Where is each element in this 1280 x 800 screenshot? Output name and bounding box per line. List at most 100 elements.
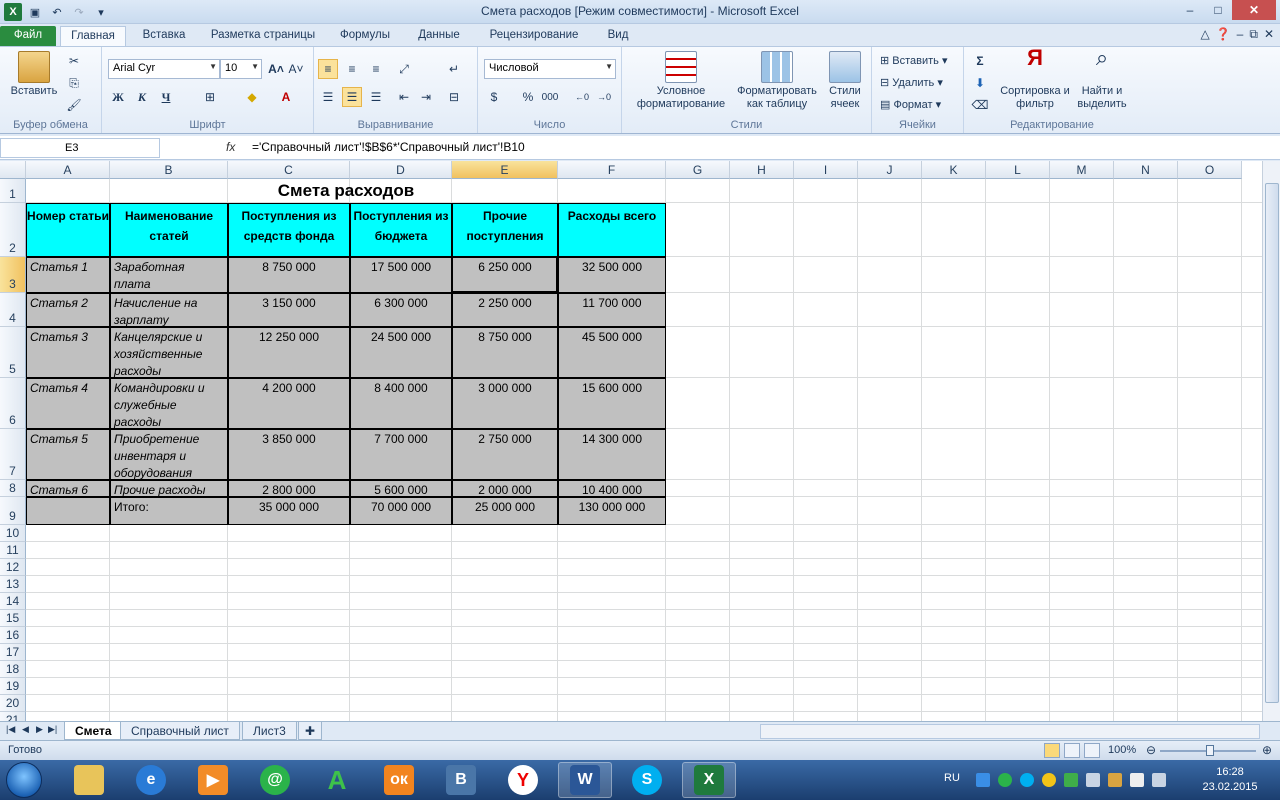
insert-cells-button[interactable]: ⊞ Вставить ▾ bbox=[880, 55, 948, 68]
find-select-button[interactable]: ⌕ Найти и выделить bbox=[1070, 47, 1134, 111]
total-row-cell[interactable]: 70 000 000 bbox=[350, 497, 452, 525]
fill-icon[interactable]: ⬇ bbox=[970, 73, 990, 93]
tab-review[interactable]: Рецензирование bbox=[478, 26, 590, 46]
column-header-g[interactable]: G bbox=[666, 161, 730, 179]
doc-restore-icon[interactable]: ⧉ bbox=[1249, 27, 1258, 42]
fill-color-icon[interactable]: ◆ bbox=[242, 87, 262, 107]
delete-cells-button[interactable]: ⊟ Удалить ▾ bbox=[880, 77, 943, 90]
align-right-icon[interactable]: ☰ bbox=[366, 87, 386, 107]
select-all-corner[interactable] bbox=[0, 161, 26, 179]
antivirus-icon[interactable] bbox=[1064, 773, 1078, 787]
minimize-button[interactable]: – bbox=[1176, 0, 1204, 20]
cell-styles-button[interactable]: Стили ячеек bbox=[822, 51, 868, 111]
row-header-14[interactable]: 14 bbox=[0, 593, 26, 610]
tab-formulas[interactable]: Формулы bbox=[330, 26, 400, 46]
app-a[interactable]: A bbox=[310, 762, 364, 798]
sheet-tab-sheet3[interactable]: Лист3 bbox=[242, 722, 297, 740]
table-cell[interactable]: 15 600 000 bbox=[558, 378, 666, 429]
name-box[interactable]: E3 bbox=[0, 138, 160, 158]
table-header-cell[interactable]: Номер статьи bbox=[26, 203, 110, 257]
tab-file[interactable]: Файл bbox=[0, 26, 56, 46]
table-cell[interactable]: Прочие расходы bbox=[110, 480, 228, 497]
format-painter-icon[interactable]: 🖌 bbox=[64, 95, 84, 115]
zoom-out-icon[interactable]: ⊖ bbox=[1146, 743, 1156, 757]
column-header-k[interactable]: K bbox=[922, 161, 986, 179]
font-color-icon[interactable]: A bbox=[276, 87, 296, 107]
explorer-app[interactable] bbox=[62, 762, 116, 798]
decrease-decimal-icon[interactable]: →0 bbox=[594, 87, 614, 107]
language-indicator[interactable]: RU bbox=[944, 772, 960, 784]
format-as-table-button[interactable]: Форматировать как таблицу bbox=[732, 51, 822, 111]
table-cell[interactable]: 6 250 000 bbox=[452, 257, 558, 293]
column-header-l[interactable]: L bbox=[986, 161, 1050, 179]
increase-decimal-icon[interactable]: ←0 bbox=[572, 87, 592, 107]
folder-tray-icon[interactable] bbox=[1108, 773, 1122, 787]
row-header-17[interactable]: 17 bbox=[0, 644, 26, 661]
horizontal-scrollbar[interactable] bbox=[760, 724, 1260, 739]
table-cell[interactable]: 2 800 000 bbox=[228, 480, 350, 497]
table-cell[interactable]: 32 500 000 bbox=[558, 257, 666, 293]
table-cell[interactable]: 2 250 000 bbox=[452, 293, 558, 327]
sheet-title[interactable]: Смета расходов bbox=[26, 179, 666, 203]
table-cell[interactable]: Статья 6 bbox=[26, 480, 110, 497]
cut-icon[interactable]: ✂ bbox=[64, 51, 84, 71]
orientation-icon[interactable]: ⤢ bbox=[394, 59, 414, 79]
table-cell[interactable]: Начисление на зарплату bbox=[110, 293, 228, 327]
mail-tray-icon[interactable] bbox=[1042, 773, 1056, 787]
increase-indent-icon[interactable]: ⇥ bbox=[416, 87, 436, 107]
table-cell[interactable]: 8 400 000 bbox=[350, 378, 452, 429]
table-cell[interactable]: 2 000 000 bbox=[452, 480, 558, 497]
column-header-c[interactable]: C bbox=[228, 161, 350, 179]
column-header-f[interactable]: F bbox=[558, 161, 666, 179]
conditional-formatting-button[interactable]: Условное форматирование bbox=[626, 51, 736, 111]
table-cell[interactable]: 17 500 000 bbox=[350, 257, 452, 293]
row-header-1[interactable]: 1 bbox=[0, 179, 26, 203]
table-cell[interactable]: Статья 4 bbox=[26, 378, 110, 429]
excel-app[interactable]: X bbox=[682, 762, 736, 798]
table-cell[interactable]: Командировки и служебные расходы bbox=[110, 378, 228, 429]
table-cell[interactable]: 14 300 000 bbox=[558, 429, 666, 480]
column-header-d[interactable]: D bbox=[350, 161, 452, 179]
yandex-app[interactable]: Y bbox=[496, 762, 550, 798]
insert-sheet-icon[interactable]: ✚ bbox=[298, 722, 323, 740]
table-cell[interactable]: 12 250 000 bbox=[228, 327, 350, 378]
next-sheet-icon[interactable]: ▶ bbox=[36, 724, 43, 735]
zoom-level[interactable]: 100% bbox=[1108, 744, 1136, 756]
row-header-4[interactable]: 4 bbox=[0, 293, 26, 327]
zoom-slider-knob[interactable] bbox=[1206, 745, 1214, 756]
column-header-e[interactable]: E bbox=[452, 161, 558, 179]
total-row-cell[interactable] bbox=[26, 497, 110, 525]
network-icon[interactable] bbox=[1130, 773, 1144, 787]
table-cell[interactable]: 5 600 000 bbox=[350, 480, 452, 497]
tab-data[interactable]: Данные bbox=[406, 26, 472, 46]
autosum-icon[interactable]: Σ bbox=[970, 51, 990, 71]
column-header-b[interactable]: B bbox=[110, 161, 228, 179]
row-header-13[interactable]: 13 bbox=[0, 576, 26, 593]
sheet-tab-smeta[interactable]: Смета bbox=[64, 722, 123, 740]
table-header-cell[interactable]: Прочие поступления bbox=[452, 203, 558, 257]
borders-icon[interactable]: ⊞ bbox=[200, 87, 220, 107]
table-cell[interactable]: 8 750 000 bbox=[228, 257, 350, 293]
minimize-ribbon-icon[interactable]: △ bbox=[1200, 27, 1209, 42]
table-cell[interactable]: Статья 2 bbox=[26, 293, 110, 327]
sheet-tab-reference[interactable]: Справочный лист bbox=[120, 722, 240, 740]
table-cell[interactable]: 2 750 000 bbox=[452, 429, 558, 480]
thousands-button[interactable]: 000 bbox=[540, 87, 560, 107]
table-cell[interactable]: Канцелярские и хозяйственные расходы bbox=[110, 327, 228, 378]
start-button[interactable] bbox=[6, 762, 42, 798]
total-row-cell[interactable]: 25 000 000 bbox=[452, 497, 558, 525]
decrease-indent-icon[interactable]: ⇤ bbox=[394, 87, 414, 107]
vk-app[interactable]: В bbox=[434, 762, 488, 798]
tab-page-layout[interactable]: Разметка страницы bbox=[202, 26, 324, 46]
agent-tray-icon[interactable] bbox=[998, 773, 1012, 787]
currency-button[interactable]: $ bbox=[484, 87, 504, 107]
doc-close-icon[interactable]: ✕ bbox=[1264, 27, 1274, 42]
insert-function-button[interactable]: fx bbox=[226, 140, 235, 154]
align-middle-icon[interactable]: ≡ bbox=[342, 59, 362, 79]
font-name-combo[interactable]: Arial Cyr ▼ bbox=[108, 59, 220, 79]
row-header-10[interactable]: 10 bbox=[0, 525, 26, 542]
column-header-n[interactable]: N bbox=[1114, 161, 1178, 179]
table-cell[interactable]: 24 500 000 bbox=[350, 327, 452, 378]
normal-view-icon[interactable] bbox=[1044, 743, 1060, 758]
tab-insert[interactable]: Вставка bbox=[132, 26, 196, 46]
